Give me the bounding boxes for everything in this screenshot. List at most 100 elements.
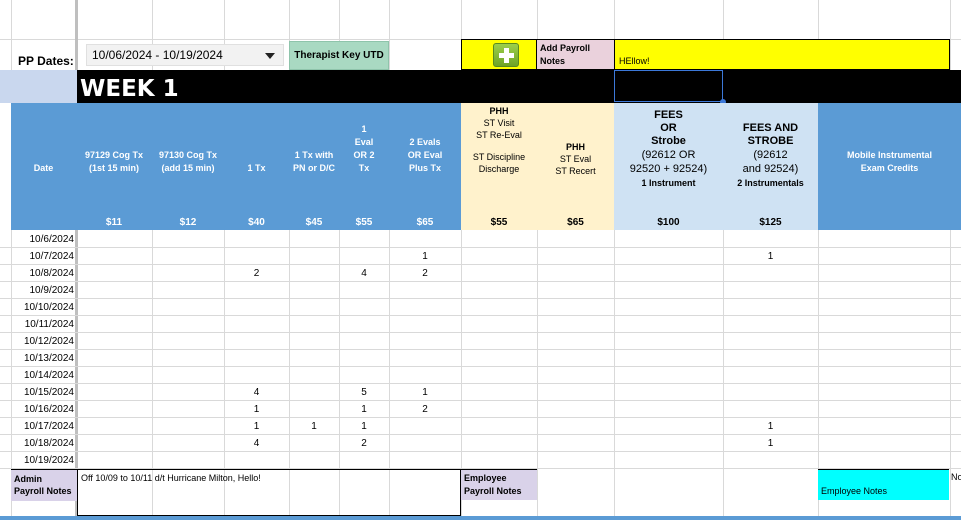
data-cell[interactable] xyxy=(152,367,224,384)
data-cell[interactable] xyxy=(614,350,723,367)
data-cell[interactable]: 4 xyxy=(339,265,389,282)
data-cell[interactable] xyxy=(224,350,289,367)
date-cell[interactable]: 10/11/2024 xyxy=(12,316,74,333)
date-cell[interactable]: 10/10/2024 xyxy=(12,299,74,316)
data-cell[interactable] xyxy=(537,350,614,367)
data-cell[interactable] xyxy=(614,299,723,316)
data-cell[interactable] xyxy=(614,367,723,384)
therapist-key-button[interactable]: Therapist Key UTD xyxy=(289,41,389,70)
data-cell[interactable] xyxy=(76,282,152,299)
data-cell[interactable] xyxy=(76,350,152,367)
data-cell[interactable] xyxy=(339,231,389,248)
data-cell[interactable] xyxy=(152,384,224,401)
data-cell[interactable] xyxy=(152,282,224,299)
data-cell[interactable] xyxy=(537,265,614,282)
col-header-1eval[interactable]: 1 Eval OR 2 Tx $55 xyxy=(339,103,389,230)
data-cell[interactable] xyxy=(461,401,537,418)
data-cell[interactable]: 1 xyxy=(723,435,818,452)
data-cell[interactable] xyxy=(537,384,614,401)
data-cell[interactable] xyxy=(339,333,389,350)
data-cell[interactable] xyxy=(152,418,224,435)
data-cell[interactable] xyxy=(339,316,389,333)
data-cell[interactable] xyxy=(461,231,537,248)
data-cell[interactable] xyxy=(152,401,224,418)
data-cell[interactable] xyxy=(289,316,339,333)
data-cell[interactable] xyxy=(224,333,289,350)
data-cell[interactable] xyxy=(289,248,339,265)
col-header-97130[interactable]: 97130 Cog Tx (add 15 min) $12 xyxy=(152,103,224,230)
data-cell[interactable] xyxy=(76,231,152,248)
data-cell[interactable] xyxy=(76,435,152,452)
date-cell[interactable]: 10/19/2024 xyxy=(12,452,74,469)
data-cell[interactable] xyxy=(614,452,723,469)
data-cell[interactable] xyxy=(152,452,224,469)
data-cell[interactable] xyxy=(614,418,723,435)
data-cell[interactable] xyxy=(461,350,537,367)
data-cell[interactable] xyxy=(389,231,461,248)
data-cell[interactable] xyxy=(723,333,818,350)
data-cell[interactable]: 1 xyxy=(289,418,339,435)
data-cell[interactable] xyxy=(76,452,152,469)
data-cell[interactable] xyxy=(537,299,614,316)
data-cell[interactable] xyxy=(461,248,537,265)
data-cell[interactable] xyxy=(537,231,614,248)
data-cell[interactable] xyxy=(289,435,339,452)
data-cell[interactable] xyxy=(818,333,961,350)
admin-notes-cell[interactable]: Off 10/09 to 10/11 d/t Hurricane Milton,… xyxy=(77,469,461,516)
data-cell[interactable] xyxy=(818,350,961,367)
data-cell[interactable] xyxy=(389,367,461,384)
data-cell[interactable] xyxy=(614,333,723,350)
data-cell[interactable] xyxy=(76,333,152,350)
data-cell[interactable] xyxy=(389,333,461,350)
data-cell[interactable] xyxy=(537,367,614,384)
data-cell[interactable] xyxy=(818,316,961,333)
data-cell[interactable] xyxy=(537,452,614,469)
date-cell[interactable]: 10/14/2024 xyxy=(12,367,74,384)
data-cell[interactable] xyxy=(152,248,224,265)
data-cell[interactable] xyxy=(289,231,339,248)
data-cell[interactable]: 1 xyxy=(723,418,818,435)
data-cell[interactable]: 4 xyxy=(224,435,289,452)
data-cell[interactable] xyxy=(461,418,537,435)
data-cell[interactable] xyxy=(461,316,537,333)
data-cell[interactable] xyxy=(537,333,614,350)
data-cell[interactable] xyxy=(389,299,461,316)
col-header-97129[interactable]: 97129 Cog Tx (1st 15 min) $11 xyxy=(76,103,152,230)
data-cell[interactable] xyxy=(224,299,289,316)
data-cell[interactable] xyxy=(389,452,461,469)
plus-icon[interactable] xyxy=(493,43,519,67)
data-cell[interactable] xyxy=(818,367,961,384)
data-cell[interactable] xyxy=(339,452,389,469)
date-cell[interactable]: 10/9/2024 xyxy=(12,282,75,299)
data-cell[interactable] xyxy=(289,367,339,384)
data-cell[interactable] xyxy=(537,282,614,299)
data-cell[interactable] xyxy=(614,248,723,265)
data-cell[interactable] xyxy=(461,299,537,316)
data-cell[interactable] xyxy=(723,452,818,469)
col-header-mobile[interactable]: Mobile Instrumental Exam Credits xyxy=(818,103,961,230)
data-cell[interactable] xyxy=(723,367,818,384)
date-cell[interactable]: 10/16/2024 xyxy=(12,401,74,418)
data-cell[interactable] xyxy=(76,265,152,282)
data-cell[interactable] xyxy=(614,265,723,282)
data-cell[interactable] xyxy=(537,401,614,418)
data-cell[interactable] xyxy=(389,316,461,333)
data-cell[interactable]: 1 xyxy=(389,248,461,265)
date-cell[interactable]: 10/18/2024 xyxy=(12,435,74,452)
data-cell[interactable]: 5 xyxy=(339,384,389,401)
pp-dates-dropdown[interactable]: 10/06/2024 - 10/19/2024 xyxy=(86,44,284,66)
data-cell[interactable] xyxy=(289,384,339,401)
data-cell[interactable]: 1 xyxy=(723,248,818,265)
data-cell[interactable] xyxy=(723,350,818,367)
data-cell[interactable]: 4 xyxy=(224,384,289,401)
col-header-date[interactable]: Date xyxy=(11,103,76,230)
data-cell[interactable] xyxy=(224,248,289,265)
data-cell[interactable] xyxy=(723,384,818,401)
data-cell[interactable] xyxy=(723,282,818,299)
data-cell[interactable]: 2 xyxy=(389,265,461,282)
data-cell[interactable] xyxy=(818,299,961,316)
data-cell[interactable]: 2 xyxy=(224,265,289,282)
data-cell[interactable] xyxy=(152,435,224,452)
data-cell[interactable] xyxy=(818,418,961,435)
col-header-phh-eval[interactable]: PHH ST Eval ST Recert $65 xyxy=(537,103,614,230)
